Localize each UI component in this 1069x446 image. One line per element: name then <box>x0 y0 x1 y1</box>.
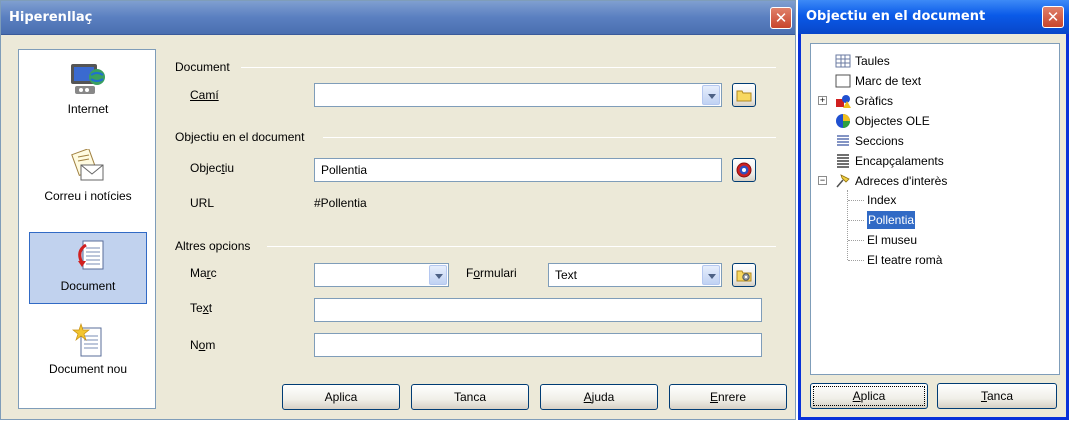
apply-button[interactable]: Aplica <box>282 384 400 410</box>
navigator-close-dialog-button[interactable]: Tanca <box>937 383 1057 409</box>
expand-bookmarks-toggle[interactable]: − <box>818 176 827 185</box>
group-divider <box>267 246 776 247</box>
globe-computer-icon <box>71 64 105 94</box>
sidebar-item-internet[interactable]: Internet <box>29 56 147 128</box>
target-group-label: Objectiu en el document <box>175 130 305 144</box>
text-frame-icon <box>835 74 851 88</box>
tree-item-label: Index <box>867 193 897 207</box>
form-value: Text <box>555 268 578 282</box>
tree-item-label: Marc de text <box>855 74 922 88</box>
tree-item-label: Taules <box>855 54 890 68</box>
sections-icon <box>837 135 849 146</box>
tree-connector <box>848 200 864 201</box>
tree-item-label: El teatre romà <box>867 253 943 267</box>
navigator-apply-button[interactable]: Aplica <box>810 383 928 409</box>
navigator-title: Objectiu en el document <box>806 9 986 24</box>
navigator-title-bar: Objectiu en el document ✕ <box>798 0 1069 34</box>
target-label: Objectiu <box>190 161 235 175</box>
mail-envelope-icon <box>71 149 104 181</box>
path-label: Camí <box>190 88 219 102</box>
frame-combobox[interactable] <box>314 263 449 287</box>
hyperlink-type-sidebar: Internet Correu i notícies Document Docu… <box>18 49 156 409</box>
hyperlink-title-bar: Hiperenllaç ✕ <box>1 1 795 35</box>
tree-connector <box>848 240 864 241</box>
target-input[interactable]: Pollentia <box>314 158 722 182</box>
sidebar-item-document[interactable]: Document <box>29 232 147 304</box>
expand-graphics-toggle[interactable]: + <box>818 96 827 105</box>
tree-connector <box>848 220 864 221</box>
text-label: Text <box>190 301 213 315</box>
tree-item-label: Pollentia <box>867 211 916 229</box>
hyperlink-close-button[interactable]: ✕ <box>770 7 792 29</box>
sidebar-item-label: Document <box>60 279 116 293</box>
open-file-button[interactable] <box>732 83 756 107</box>
ole-object-icon <box>836 114 850 128</box>
graphics-icon <box>836 95 851 108</box>
folder-icon <box>736 90 752 102</box>
name-label: Nom <box>190 338 216 352</box>
path-combobox[interactable] <box>314 83 722 107</box>
target-navigator-dialog: Objectiu en el document ✕ Taules Marc de… <box>798 0 1069 420</box>
document-link-icon <box>78 240 104 270</box>
tree-item-label: Gràfics <box>855 94 894 108</box>
text-input[interactable] <box>314 298 762 322</box>
close-icon: ✕ <box>774 9 788 27</box>
url-value: #Pollentia <box>314 196 367 210</box>
events-button[interactable] <box>732 263 756 287</box>
close-button[interactable]: Tanca <box>411 384 529 410</box>
table-icon <box>835 54 851 68</box>
headings-icon <box>837 154 849 168</box>
group-divider <box>241 67 776 68</box>
tree-item-label: Seccions <box>855 134 904 148</box>
tree-item-label: El museu <box>867 233 918 247</box>
chevron-down-icon[interactable] <box>702 85 720 105</box>
target-in-document-button[interactable] <box>732 158 756 182</box>
help-button[interactable]: Ajuda <box>540 384 658 410</box>
tree-connector <box>848 260 864 261</box>
sidebar-item-mail-news[interactable]: Correu i notícies <box>29 143 147 215</box>
new-document-icon <box>72 322 102 357</box>
tree-item-label: Encapçalaments <box>855 154 944 168</box>
sidebar-item-label: Internet <box>67 102 109 116</box>
name-input[interactable] <box>314 333 762 357</box>
frame-label: Marc <box>190 266 217 280</box>
form-label: Formulari <box>466 266 517 280</box>
folder-gear-icon <box>736 270 752 282</box>
sidebar-item-new-document[interactable]: Document nou <box>29 316 147 388</box>
tree-item-label: Adreces d'interès <box>855 174 948 188</box>
url-label: URL <box>190 196 215 210</box>
back-button[interactable]: Enrere <box>669 384 787 410</box>
document-group-label: Document <box>175 60 230 74</box>
navigator-close-button[interactable]: ✕ <box>1042 6 1064 28</box>
other-options-group-label: Altres opcions <box>175 239 251 253</box>
close-icon: ✕ <box>1046 8 1060 26</box>
chevron-down-icon[interactable] <box>702 265 720 285</box>
hyperlink-title: Hiperenllaç <box>9 10 93 25</box>
tree-item-label: Objectes OLE <box>855 114 930 128</box>
hyperlink-dialog: Hiperenllaç ✕ Internet Correu i notícies… <box>0 0 796 420</box>
sidebar-item-label: Document nou <box>48 362 128 376</box>
bookmark-pin-icon <box>836 174 850 188</box>
form-combobox[interactable]: Text <box>548 263 722 287</box>
target-icon <box>736 162 752 178</box>
chevron-down-icon[interactable] <box>429 265 447 285</box>
target-tree[interactable]: Taules Marc de text + Gràfics Objectes O… <box>810 43 1060 375</box>
group-divider <box>323 137 776 138</box>
sidebar-item-label: Correu i notícies <box>44 189 132 203</box>
